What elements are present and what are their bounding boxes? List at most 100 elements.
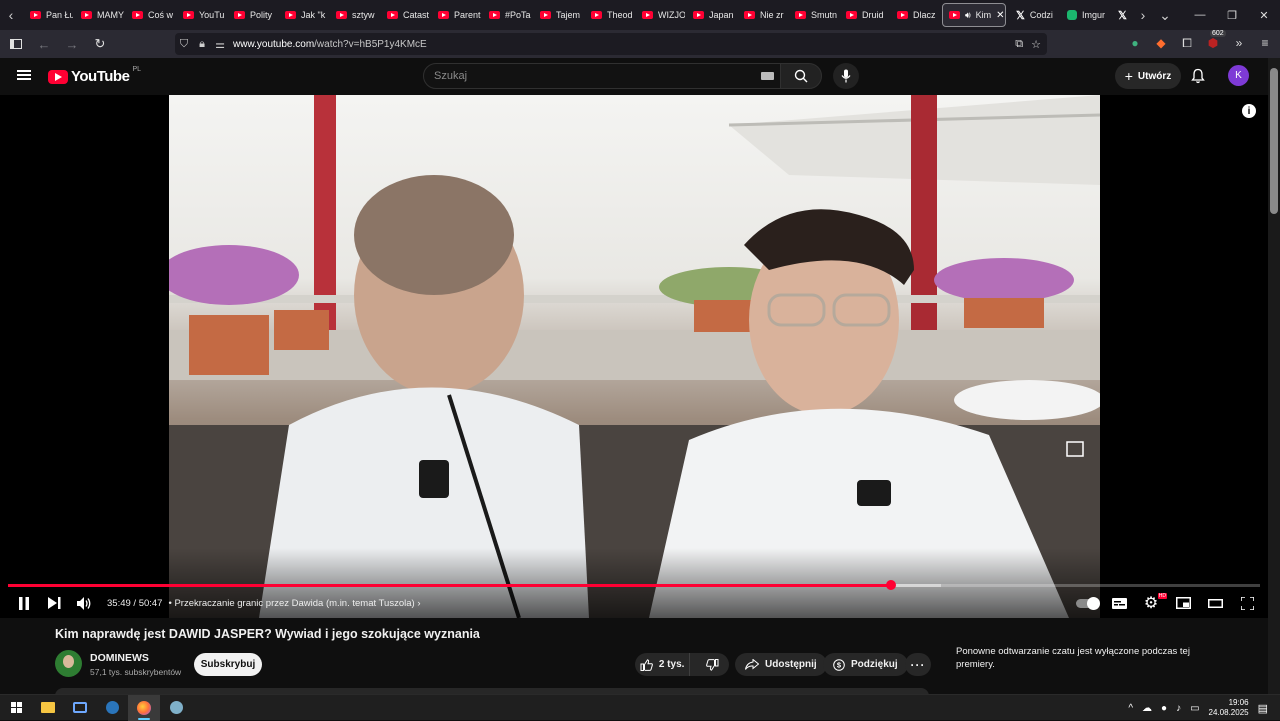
account-avatar[interactable]: K — [1228, 65, 1249, 86]
keyboard-icon[interactable] — [761, 72, 774, 80]
tracking-shield-icon[interactable]: ⛉ — [175, 38, 193, 51]
taskbar-file-explorer[interactable] — [32, 695, 64, 721]
taskbar-app-monitor[interactable] — [64, 695, 96, 721]
browser-tab[interactable]: Japan — [685, 0, 736, 30]
browser-tab[interactable]: WIZJO — [634, 0, 685, 30]
more-actions-button[interactable]: ··· — [905, 653, 931, 676]
browser-tab[interactable]: YouTu — [175, 0, 226, 30]
browser-tab[interactable]: 𝕏 — [1110, 0, 1132, 30]
tray-overflow-icon[interactable]: ^ — [1128, 703, 1133, 714]
scrollbar-thumb[interactable] — [1270, 68, 1278, 214]
tabs-scroll-left-icon[interactable]: ‹ — [0, 0, 22, 30]
browser-tab[interactable]: Dlacz — [889, 0, 940, 30]
browser-tab[interactable]: Druid — [838, 0, 889, 30]
extension-shield-icon[interactable]: ● — [1126, 32, 1144, 54]
more-tools-icon[interactable]: » — [1230, 32, 1248, 54]
picture-in-picture-icon[interactable]: ⧉ — [1015, 38, 1023, 51]
youtube-logo[interactable]: YouTube PL — [48, 66, 141, 85]
forward-icon[interactable]: → — [60, 32, 84, 56]
channel-name[interactable]: DOMINEWS — [90, 652, 149, 664]
info-icon[interactable]: i — [1242, 104, 1256, 118]
menu-icon[interactable]: ≡ — [1256, 32, 1274, 54]
youtube-favicon-icon — [744, 11, 755, 19]
lock-icon[interactable]: 🔒︎ — [193, 38, 211, 51]
settings-button[interactable]: ⚙ HD — [1138, 592, 1167, 614]
extension-fox-icon[interactable]: ◆ — [1152, 32, 1170, 54]
back-icon[interactable]: ← — [32, 32, 56, 56]
browser-tab-strip: ‹ Pan Łu MAMY Coś w YouTu Polity Jak "k sztyw C… — [0, 0, 1280, 30]
url-bar[interactable]: ⛉ 🔒︎ ⚌ www.youtube.com/watch?v=hB5P1y4KM… — [175, 33, 1047, 55]
taskbar-app-satellite[interactable] — [160, 695, 192, 721]
volume-button[interactable] — [71, 592, 97, 614]
browser-tab[interactable]: MAMY — [73, 0, 124, 30]
browser-tab[interactable]: Catast — [379, 0, 430, 30]
search-input[interactable] — [424, 64, 724, 88]
fullscreen-button[interactable] — [1234, 592, 1260, 614]
browser-tab[interactable]: Pan Łu — [22, 0, 73, 30]
tab-close-icon[interactable]: ✕ — [996, 10, 1004, 21]
browser-tab[interactable]: Smutn — [787, 0, 838, 30]
scrubber-knob[interactable] — [885, 580, 896, 590]
search-button[interactable] — [780, 63, 822, 89]
notifications-icon[interactable]: ▤ — [1258, 702, 1268, 715]
ublock-icon[interactable]: ⬢ 602 — [1204, 30, 1226, 54]
youtube-favicon-icon — [591, 11, 602, 19]
reload-icon[interactable]: ↻ — [88, 32, 112, 56]
browser-tab[interactable]: Polity — [226, 0, 277, 30]
network-icon[interactable]: ▭ — [1190, 703, 1199, 714]
dislike-button[interactable] — [696, 653, 729, 676]
permissions-icon[interactable]: ⚌ — [211, 38, 229, 51]
page-scrollbar[interactable] — [1268, 58, 1280, 694]
share-button[interactable]: Udostępnij — [735, 653, 827, 676]
close-window-icon[interactable]: ✕ — [1248, 0, 1280, 30]
taskbar-firefox[interactable] — [128, 694, 160, 721]
start-button[interactable] — [0, 695, 32, 721]
browser-tab[interactable]: Nie zr — [736, 0, 787, 30]
cloud-icon[interactable]: ☁ — [1142, 703, 1152, 714]
bookmark-star-icon[interactable]: ☆ — [1031, 38, 1041, 51]
browser-tab-active[interactable]: 🔊︎ Kim ✕ — [942, 3, 1006, 27]
subscribe-button[interactable]: Subskrybuj — [194, 653, 262, 676]
microphone-icon — [841, 69, 851, 83]
restore-icon[interactable]: ❐ — [1216, 0, 1248, 30]
minimize-icon[interactable]: — — [1184, 0, 1216, 30]
browser-tab[interactable]: Theod — [583, 0, 634, 30]
tab-list-dropdown-icon[interactable]: ⌄ — [1154, 0, 1176, 30]
youtube-favicon-icon — [81, 11, 92, 19]
channel-avatar[interactable] — [55, 650, 82, 677]
extensions-puzzle-icon[interactable]: ⧠ — [1178, 32, 1196, 54]
browser-tab[interactable]: Imgur — [1059, 0, 1110, 30]
create-button[interactable]: + Utwórz — [1115, 63, 1181, 89]
autoplay-toggle[interactable] — [1074, 592, 1100, 614]
browser-tab[interactable]: sztyw — [328, 0, 379, 30]
taskbar-steam[interactable] — [96, 695, 128, 721]
browser-tab[interactable]: Jak "k — [277, 0, 328, 30]
thanks-button[interactable]: $ Podziękuj — [823, 653, 908, 676]
volume-tray-icon[interactable]: ♪ — [1176, 703, 1181, 714]
system-clock[interactable]: 19:06 24.08.2025 — [1209, 698, 1249, 718]
browser-tab[interactable]: Parent — [430, 0, 481, 30]
browser-tab[interactable]: #PoTa — [481, 0, 532, 30]
microphone-tray-icon[interactable]: ● — [1161, 703, 1167, 714]
pause-button[interactable] — [11, 592, 37, 614]
chapter-title[interactable]: • Przekraczanie granic przez Dawida (m.i… — [168, 598, 420, 609]
browser-tab[interactable]: Coś w — [124, 0, 175, 30]
notifications-bell-icon[interactable] — [1191, 68, 1205, 89]
like-button[interactable]: 2 tys. — [635, 653, 691, 676]
voice-search-button[interactable] — [833, 63, 859, 89]
sidebar-toggle-icon[interactable] — [4, 32, 28, 56]
audio-playing-icon[interactable]: 🔊︎ — [965, 10, 971, 21]
video-frame[interactable] — [169, 95, 1100, 618]
progress-bar[interactable] — [8, 580, 1260, 590]
browser-tab[interactable]: Tajem — [532, 0, 583, 30]
video-player[interactable]: i 35:49 / 50:47 • Przekraczanie granic p… — [0, 95, 1268, 618]
browser-tab[interactable]: 𝕏 Codzi — [1008, 0, 1059, 30]
url-text[interactable]: www.youtube.com/watch?v=hB5P1y4KMcE — [233, 39, 427, 50]
next-button[interactable] — [41, 592, 67, 614]
guide-menu-icon[interactable] — [17, 70, 31, 80]
subtitles-button[interactable] — [1106, 592, 1132, 614]
theater-mode-button[interactable] — [1202, 592, 1228, 614]
windows-taskbar: ^ ☁ ● ♪ ▭ 19:06 24.08.2025 ▤ — [0, 694, 1280, 721]
tabs-scroll-right-icon[interactable]: › — [1132, 0, 1154, 30]
miniplayer-button[interactable] — [1170, 592, 1196, 614]
